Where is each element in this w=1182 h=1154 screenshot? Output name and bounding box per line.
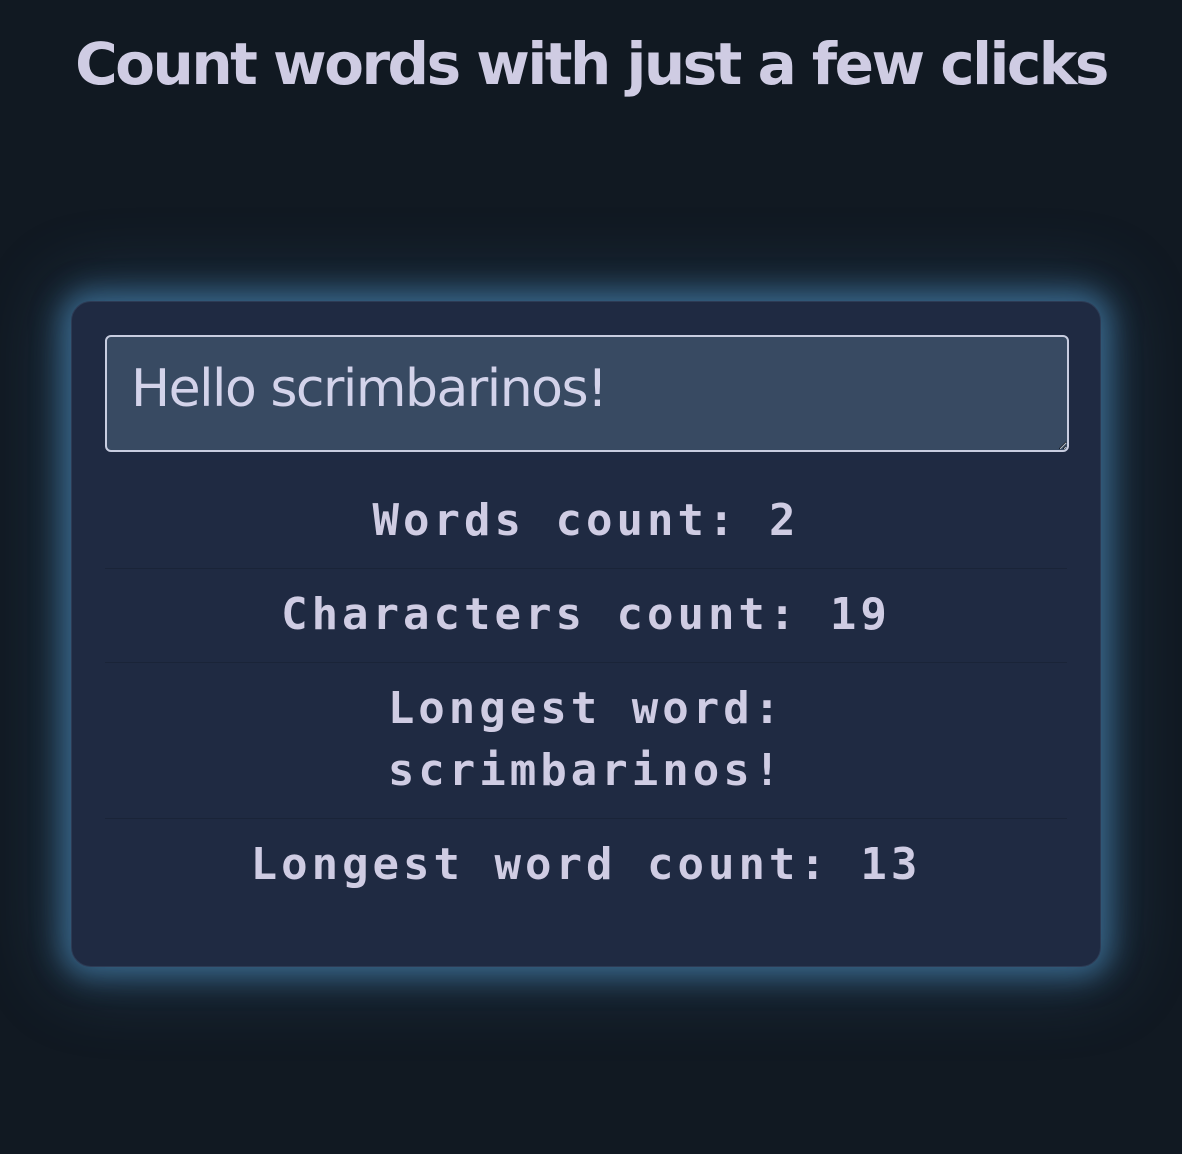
stat-characters-count: Characters count: 19 [105, 569, 1067, 663]
text-input[interactable] [105, 335, 1069, 452]
stat-label: Characters count: [281, 589, 800, 640]
stat-longest-word: Longest word: scrimbarinos! [105, 663, 1067, 819]
stat-value: 2 [768, 495, 800, 546]
stat-words-count: Words count: 2 [105, 490, 1067, 569]
stat-label: Words count: [372, 495, 739, 546]
stat-value: 13 [860, 839, 922, 890]
page-title: Count words with just a few clicks [75, 30, 1109, 98]
stat-label: Longest word count: [250, 839, 830, 890]
stats-list: Words count: 2 Characters count: 19 Long… [105, 490, 1067, 912]
stat-value: scrimbarinos! [387, 745, 785, 796]
stat-longest-word-count: Longest word count: 13 [105, 819, 1067, 912]
word-counter-card: Words count: 2 Characters count: 19 Long… [71, 301, 1101, 967]
stat-label: Longest word: [387, 683, 785, 734]
stat-value: 19 [829, 589, 891, 640]
